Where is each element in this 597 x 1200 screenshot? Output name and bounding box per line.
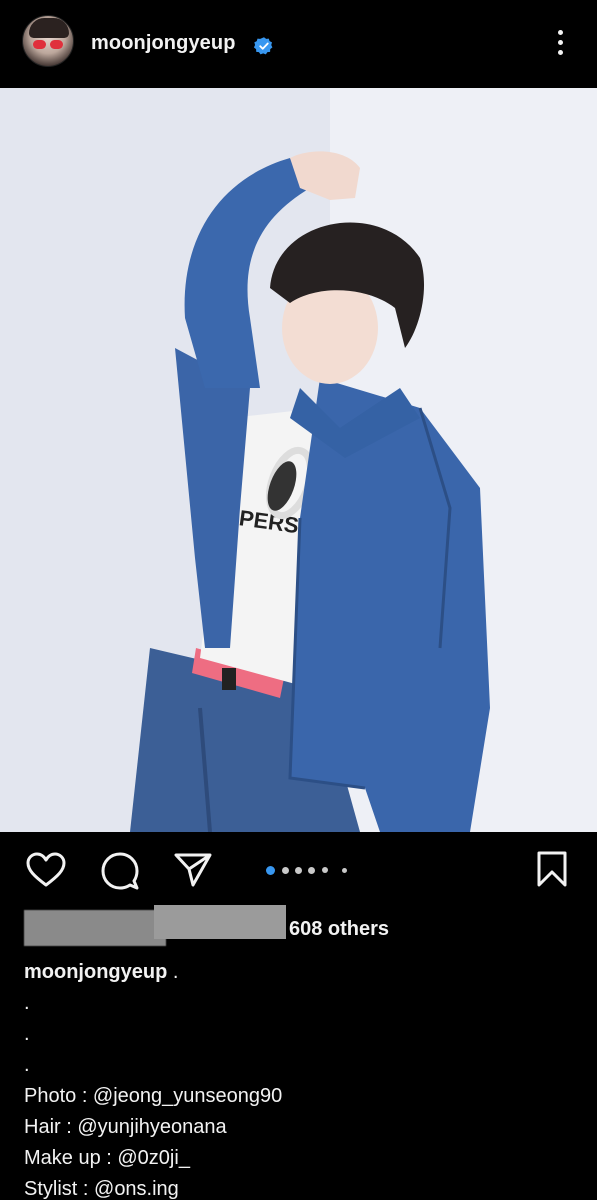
caption-username[interactable]: moonjongyeup xyxy=(24,961,167,983)
comment-icon[interactable] xyxy=(100,851,140,891)
likes-count[interactable]: 608 others xyxy=(289,918,389,941)
caption-first-line: moonjongyeup . xyxy=(24,957,584,988)
profile-avatar[interactable] xyxy=(22,15,74,67)
caption-credit-stylist: Stylist : @ons.ing xyxy=(24,1178,179,1200)
caption-credit-makeup: Make up : @0z0ji_ xyxy=(24,1147,190,1169)
avatar-glasses-right xyxy=(50,40,63,49)
heart-icon[interactable] xyxy=(26,852,66,888)
carousel-dot xyxy=(282,867,289,874)
redacted-liker-avatar xyxy=(24,910,166,946)
avatar-hair xyxy=(29,18,69,38)
post-photo-illustration: PERSU xyxy=(0,88,597,832)
redacted-liker-name xyxy=(154,905,286,939)
post-header: moonjongyeup xyxy=(0,0,597,88)
post-caption: moonjongyeup . . . . Photo : @jeong_yuns… xyxy=(24,957,584,1200)
carousel-dot xyxy=(342,868,347,873)
verified-badge-icon xyxy=(254,37,273,55)
caption-first-line-text: . xyxy=(167,961,179,983)
caption-line: . xyxy=(24,992,30,1014)
carousel-dot xyxy=(295,867,302,874)
more-options-icon[interactable] xyxy=(550,28,570,58)
caption-credit-hair: Hair : @yunjihyeonana xyxy=(24,1116,227,1138)
post-photo[interactable]: PERSU xyxy=(0,88,597,832)
carousel-dot xyxy=(322,867,328,873)
carousel-dot-active xyxy=(266,866,275,875)
carousel-dot xyxy=(308,867,315,874)
header-username[interactable]: moonjongyeup xyxy=(91,32,236,55)
caption-line: . xyxy=(24,1023,30,1045)
bookmark-icon[interactable] xyxy=(535,850,569,888)
caption-credit-photo: Photo : @jeong_yunseong90 xyxy=(24,1085,283,1107)
avatar-glasses-left xyxy=(33,40,46,49)
send-icon[interactable] xyxy=(173,852,213,888)
caption-line: . xyxy=(24,1054,30,1076)
